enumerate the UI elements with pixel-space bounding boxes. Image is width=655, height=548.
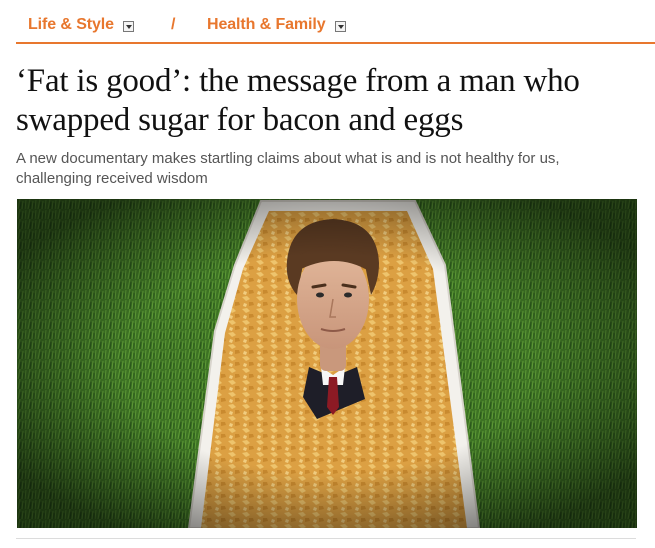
breadcrumb-separator: / bbox=[171, 16, 176, 33]
nav-health-family-label: Health & Family bbox=[207, 16, 326, 33]
divider bbox=[16, 538, 636, 539]
nav-life-style-label: Life & Style bbox=[28, 16, 114, 33]
nav-health-family[interactable]: Health & Family bbox=[207, 16, 346, 34]
hero-image[interactable] bbox=[17, 199, 637, 528]
article-headline: ‘Fat is good’: the message from a man wh… bbox=[16, 63, 580, 138]
article-standfirst: A new documentary makes startling claims… bbox=[16, 150, 560, 187]
nav-life-style[interactable]: Life & Style bbox=[28, 16, 134, 34]
section-nav: Life & Style / Health & Family bbox=[16, 0, 655, 44]
hero-illustration bbox=[17, 199, 637, 528]
chevron-down-icon[interactable] bbox=[334, 20, 346, 32]
chevron-down-icon[interactable] bbox=[122, 20, 134, 32]
